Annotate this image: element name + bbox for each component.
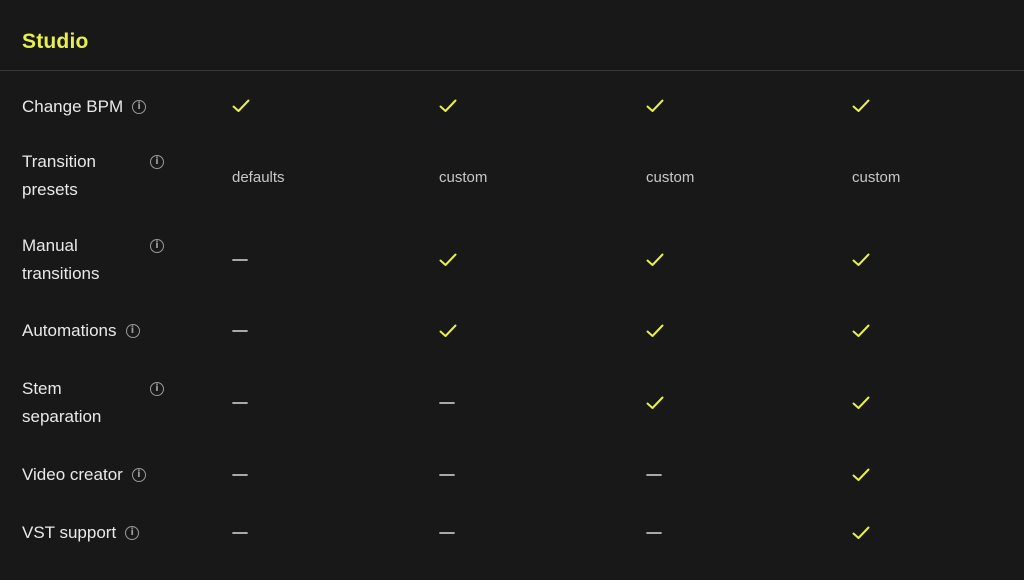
dash-icon — [646, 523, 662, 543]
dash-icon — [232, 250, 248, 270]
check-icon — [646, 250, 664, 270]
info-icon[interactable]: i — [132, 100, 147, 114]
check-icon — [232, 96, 250, 116]
feature-name: Change BPM — [22, 97, 124, 116]
dash-icon — [232, 523, 248, 543]
info-icon[interactable]: i — [125, 324, 140, 338]
dash-icon — [232, 465, 248, 485]
value-text: custom — [439, 168, 488, 186]
check-icon — [439, 321, 457, 341]
feature-label-row: Transition presets i — [22, 148, 172, 204]
dash-icon — [439, 523, 455, 543]
feature-label-row: Stem separation i — [22, 375, 172, 431]
dash-icon — [646, 465, 662, 485]
feature-label-row: Automations i — [22, 317, 140, 345]
check-icon — [852, 393, 870, 413]
info-icon[interactable]: i — [150, 155, 164, 169]
value-text: custom — [852, 168, 901, 186]
check-icon — [852, 250, 870, 270]
check-icon — [852, 523, 870, 543]
feature-name: Manual transitions — [22, 236, 100, 283]
check-icon — [439, 250, 457, 270]
feature-label-row: Change BPM i — [22, 93, 147, 121]
value-text: custom — [646, 168, 695, 186]
info-icon[interactable]: i — [131, 468, 146, 482]
value-text: defaults — [232, 168, 285, 186]
check-icon — [439, 96, 457, 116]
feature-label-row: Manual transitions i — [22, 232, 172, 288]
info-icon[interactable]: i — [150, 239, 164, 253]
dash-icon — [439, 393, 455, 413]
feature-label-row: Video creator i — [22, 461, 146, 489]
dash-icon — [232, 393, 248, 413]
check-icon — [852, 96, 870, 116]
check-icon — [852, 321, 870, 341]
check-icon — [646, 96, 664, 116]
section-divider — [0, 70, 1024, 71]
feature-name: Transition presets — [22, 152, 97, 199]
dash-icon — [232, 321, 248, 341]
check-icon — [646, 393, 664, 413]
check-icon — [646, 321, 664, 341]
info-icon[interactable]: i — [150, 382, 164, 396]
feature-label-row: VST support i — [22, 519, 140, 547]
feature-name: Video creator — [22, 465, 123, 484]
check-icon — [852, 465, 870, 485]
feature-name: Automations — [22, 321, 117, 340]
dash-icon — [439, 465, 455, 485]
feature-name: VST support — [22, 523, 117, 542]
feature-name: Stem separation — [22, 379, 102, 426]
info-icon[interactable]: i — [125, 526, 140, 540]
section-title: Studio — [22, 30, 89, 53]
